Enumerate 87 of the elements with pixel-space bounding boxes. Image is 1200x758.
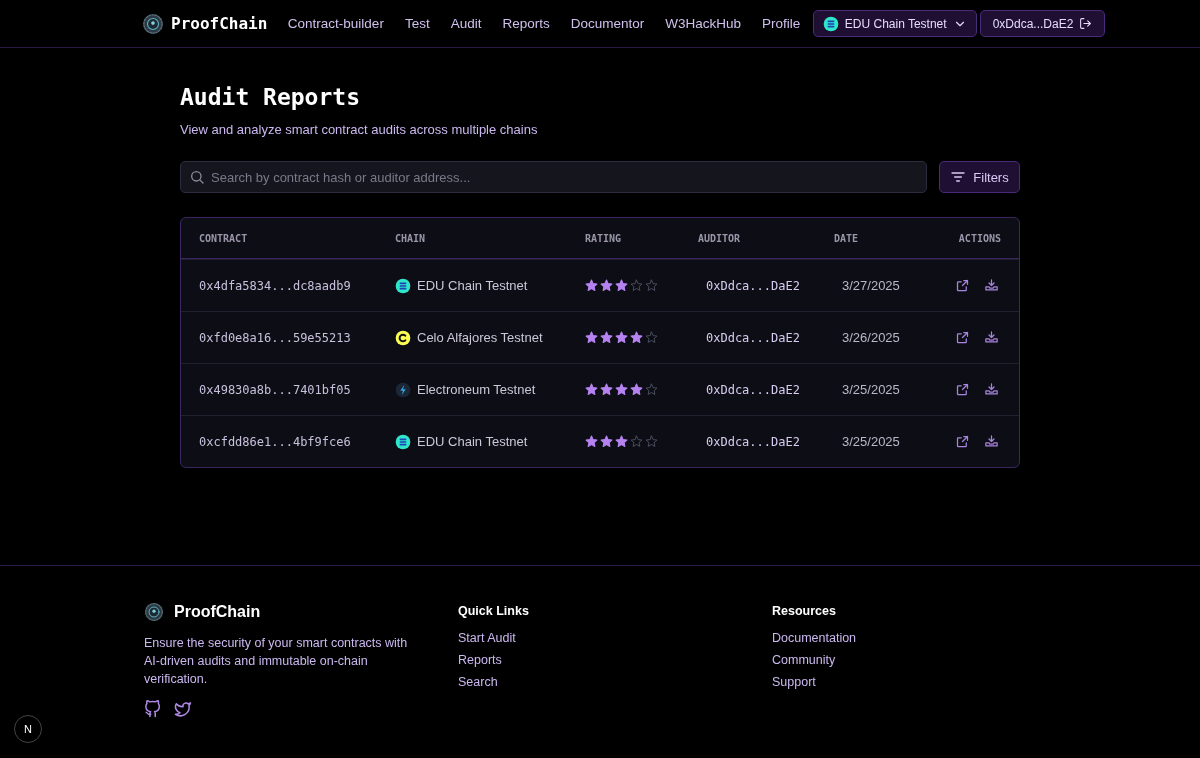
filled-star-icon [630, 331, 643, 344]
lightning-icon [395, 381, 411, 398]
footer-description: Ensure the security of your smart contracts with AI-driven audits and immutable on-chain verification. [144, 635, 409, 688]
chain-name: Celo Alfajores Testnet [417, 330, 543, 345]
column-header: DATE [834, 232, 860, 244]
footer-heading: Resources [772, 604, 837, 618]
filled-star-icon [615, 435, 628, 448]
empty-star-icon [645, 383, 658, 396]
contract-hash: 0xfd0e8a16...59e55213 [199, 330, 352, 345]
chain-name: EDU Chain Testnet [417, 278, 528, 293]
bird-icon [174, 700, 192, 718]
nav-link[interactable]: Reports [491, 16, 561, 31]
contract-hash: 0x4dfa5834...dc8aadb9 [199, 278, 352, 293]
empty-star-icon [630, 435, 643, 448]
footer-link[interactable]: Reports [458, 653, 772, 667]
chain-logo-icon [822, 15, 839, 32]
filled-star-icon [615, 331, 628, 344]
nav-link[interactable]: Test [394, 16, 441, 31]
audit-date: 3/27/2025 [842, 278, 901, 293]
search-icon [189, 169, 205, 185]
brand-name[interactable]: ProofChain [171, 14, 268, 33]
empty-star-icon [645, 435, 658, 448]
filled-star-icon [615, 383, 628, 396]
github-link[interactable] [144, 700, 162, 718]
footer-link[interactable]: Documentation [772, 631, 1072, 645]
auditor-address: 0xDdca...DaE2 [706, 330, 801, 345]
footer-link[interactable]: Community [772, 653, 1072, 667]
chain-name: Electroneum Testnet [417, 382, 536, 397]
column-header: AUDITOR [698, 232, 742, 244]
download-icon [984, 382, 999, 397]
download-icon [984, 330, 999, 345]
wallet-button[interactable]: 0xDdca...DaE2 [979, 10, 1106, 37]
filled-star-icon [600, 383, 613, 396]
audit-date: 3/25/2025 [842, 382, 901, 397]
auditor-address: 0xDdca...DaE2 [706, 278, 801, 293]
chain-logo-icon [395, 329, 411, 346]
external-link-icon [955, 434, 970, 449]
column-header: ACTIONS [957, 232, 1001, 244]
nav-link[interactable]: Profile [751, 16, 811, 31]
auditor-address: 0xDdca...DaE2 [706, 382, 801, 397]
filled-star-icon [615, 279, 628, 292]
page-subtitle: View and analyze smart contract audits across multiple chains [180, 122, 539, 137]
filled-star-icon [585, 435, 598, 448]
auditor-address: 0xDdca...DaE2 [706, 434, 801, 449]
column-header: CHAIN [395, 232, 427, 244]
footer-link[interactable]: Support [772, 675, 1072, 689]
footer-brand-name: ProofChain [174, 603, 261, 621]
filled-star-icon [585, 279, 598, 292]
audit-date: 3/25/2025 [842, 434, 901, 449]
filled-star-icon [585, 383, 598, 396]
empty-star-icon [630, 279, 643, 292]
page-title: Audit Reports [180, 84, 361, 110]
dev-tools-button[interactable]: N [14, 715, 42, 743]
filters-button[interactable]: Filters [939, 161, 1020, 193]
contract-hash: 0xcfdd86e1...4bf9fce6 [199, 434, 352, 449]
nav-link[interactable]: Documentor [560, 16, 655, 31]
filled-star-icon [600, 435, 613, 448]
filled-star-icon [600, 279, 613, 292]
empty-star-icon [645, 279, 658, 292]
search-field[interactable]: Search by contract hash or auditor address... [180, 161, 927, 193]
filled-star-icon [600, 331, 613, 344]
contract-hash: 0x49830a8b...7401bf05 [199, 382, 352, 397]
download-icon [984, 278, 999, 293]
footer-heading: Quick Links [458, 604, 530, 618]
download-icon [984, 434, 999, 449]
external-link-icon [955, 278, 970, 293]
chain-name: EDU Chain Testnet [417, 434, 528, 449]
column-header: RATING [585, 232, 623, 244]
twitter-link[interactable] [174, 700, 192, 718]
chain-logo-icon [395, 433, 411, 450]
footer-link[interactable]: Search [458, 675, 772, 689]
column-header: CONTRACT [199, 232, 249, 244]
nav-link[interactable]: W3HackHub [654, 16, 752, 31]
nav-link[interactable]: Audit [440, 16, 492, 31]
github-icon [144, 700, 162, 718]
external-link-icon [955, 330, 970, 345]
filled-star-icon [630, 383, 643, 396]
network-selector[interactable]: EDU Chain Testnet [812, 10, 977, 37]
nav-link[interactable]: Contract-builder [277, 16, 395, 31]
logout-icon [1079, 17, 1093, 30]
chain-logo-icon [395, 277, 411, 294]
audit-date: 3/26/2025 [842, 330, 901, 345]
external-link-icon [955, 382, 970, 397]
footer-link[interactable]: Start Audit [458, 631, 772, 645]
filter-icon [950, 169, 967, 185]
filled-star-icon [585, 331, 598, 344]
empty-star-icon [645, 331, 658, 344]
